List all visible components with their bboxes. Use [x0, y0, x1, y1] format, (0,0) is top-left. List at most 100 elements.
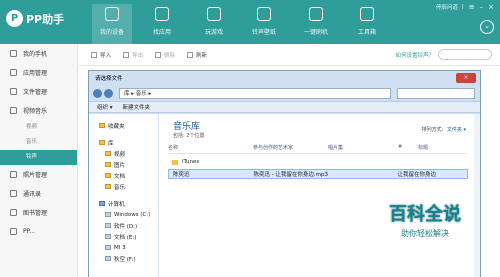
nav-tab-label: 一键刷机: [303, 29, 328, 36]
sidebar-sub-ringtones[interactable]: 铃声: [0, 150, 77, 165]
new-folder-button[interactable]: 新建文件夹: [123, 103, 151, 111]
top-bar: P PP助手 我的设备 找应用 玩游戏 铃声壁纸 一键刷机 工具箱 停辰问道 |…: [0, 0, 500, 44]
row-artist-small: 陈奕迅: [173, 172, 190, 178]
tree-item[interactable]: 文档 (E:): [89, 231, 158, 242]
tree-item[interactable]: 视频: [89, 148, 158, 159]
content-toolbar: 导入 导出 删除 刷新 如何设置铃声？: [79, 44, 500, 66]
user-name[interactable]: 停辰问道: [436, 3, 458, 11]
app-logo: P PP助手: [6, 10, 64, 27]
apps-icon: [155, 7, 169, 21]
export-label: 导出: [132, 52, 144, 59]
table-row[interactable]: iTunes: [168, 157, 468, 167]
col-number[interactable]: #: [398, 144, 418, 153]
arrange-by[interactable]: 排列方式: 文件夹 ▾: [422, 126, 466, 133]
tree-item[interactable]: 图片: [89, 159, 158, 170]
back-icon[interactable]: [93, 88, 102, 98]
tree-item[interactable]: 库: [89, 137, 158, 148]
folder-icon: [10, 88, 17, 95]
tree-item[interactable]: 文档: [89, 170, 158, 181]
library-title: 音乐库: [173, 122, 201, 132]
dialog-close-button[interactable]: ×: [456, 73, 476, 83]
nav-tab-toolbox[interactable]: 工具箱: [347, 4, 387, 44]
sidebar-sub-music[interactable]: 音乐: [0, 135, 77, 150]
import-button[interactable]: 导入: [91, 51, 111, 59]
folder-icon: [105, 162, 111, 167]
sidebar-item-label: 我的手机: [23, 51, 48, 58]
drive-icon: [105, 245, 111, 250]
ringtone-help-link[interactable]: 如何设置铃声？: [395, 51, 434, 59]
video-icon: [10, 107, 17, 114]
export-icon: [123, 51, 130, 58]
file-list: 音乐库 包括: 2个位置 排列方式: 文件夹 ▾ 名称 参与创作的艺术家 唱片集…: [160, 114, 480, 277]
nav-tab-label: 铃声壁纸: [251, 29, 276, 36]
delete-label: 删除: [164, 52, 176, 59]
more-icon: [10, 228, 17, 235]
col-name[interactable]: 名称: [168, 144, 253, 153]
nav-tab-label: 工具箱: [357, 29, 376, 36]
sidebar-item-file-management[interactable]: 文件管理: [0, 82, 77, 101]
tree-item[interactable]: 计算机: [89, 198, 158, 209]
tree-item[interactable]: 音乐: [89, 181, 158, 192]
import-label: 导入: [100, 52, 112, 59]
col-album[interactable]: 唱片集: [328, 144, 398, 153]
tree-item[interactable]: 收藏夹: [89, 120, 158, 131]
nav-tab-apps[interactable]: 找应用: [142, 4, 182, 44]
drive-icon: [105, 212, 111, 217]
refresh-button[interactable]: 刷新: [187, 51, 207, 59]
sidebar-item-books[interactable]: 图书管理: [0, 203, 77, 222]
sidebar-item-app-management[interactable]: 应用管理: [0, 63, 77, 82]
table-row[interactable]: 陈奕迅 陈奕迅 - 让我留在你身边.mp3 让我留在你身边: [168, 169, 468, 179]
nav-tab-my-device[interactable]: 我的设备: [92, 4, 132, 44]
menu-icon[interactable]: ≡: [469, 3, 475, 11]
tree-item[interactable]: 软件 (D:): [89, 220, 158, 231]
forward-icon[interactable]: [104, 88, 113, 98]
library-subtitle: 包括: 2个位置: [173, 133, 205, 139]
refresh-label: 刷新: [196, 52, 208, 59]
dialog-search-input[interactable]: [397, 87, 475, 99]
apps-icon: [10, 69, 17, 76]
col-title[interactable]: 标题: [418, 144, 468, 153]
drive-icon: [105, 256, 111, 261]
download-icon[interactable]: ⌄: [480, 20, 494, 34]
sidebar-item-label: 图书管理: [23, 210, 48, 217]
sidebar-item-label: 应用管理: [23, 70, 48, 77]
tree-item[interactable]: 秋空 (F:): [89, 253, 158, 264]
tree-item[interactable]: MI 3: [89, 242, 158, 253]
delete-button[interactable]: 删除: [155, 51, 175, 59]
tree-item-label: MI 3: [114, 244, 126, 251]
import-icon: [91, 51, 97, 58]
contacts-icon: [10, 190, 17, 197]
nav-tab-ringtones-wallpapers[interactable]: 铃声壁纸: [244, 4, 284, 44]
computer-icon: [99, 201, 105, 206]
dialog-scrollbar[interactable]: [474, 114, 480, 277]
nav-tab-flash[interactable]: 一键刷机: [296, 4, 336, 44]
sidebar-item-more[interactable]: PP...: [0, 222, 77, 241]
arrange-label: 排列方式:: [421, 127, 444, 133]
nav-tab-games[interactable]: 玩游戏: [194, 4, 234, 44]
window-controls: 停辰问道 | ≡ – ×: [432, 3, 494, 11]
tree-item[interactable]: Windows (C:): [89, 209, 158, 220]
arrange-value[interactable]: 文件夹 ▾: [447, 127, 466, 133]
sidebar-item-label: 通讯录: [23, 191, 42, 198]
music-icon: [257, 7, 271, 21]
tree-item-label: 视频: [114, 151, 126, 158]
drive-icon: [105, 223, 111, 228]
gamepad-icon: [207, 7, 221, 21]
photo-icon: [10, 171, 17, 178]
app-name: PP助手: [26, 12, 65, 26]
close-icon[interactable]: ×: [488, 3, 494, 11]
sidebar-item-photos[interactable]: 照片管理: [0, 165, 77, 184]
minimize-icon[interactable]: –: [480, 3, 484, 11]
sidebar-item-contacts[interactable]: 通讯录: [0, 184, 77, 203]
sidebar-item-my-phone[interactable]: 我的手机: [0, 44, 77, 63]
nav-tab-label: 玩游戏: [204, 29, 223, 36]
organize-button[interactable]: 组织 ▾: [97, 103, 113, 111]
tree-item-label: 收藏夹: [108, 123, 125, 130]
sidebar-item-video-music[interactable]: 视频音乐: [0, 101, 77, 120]
sidebar-item-label: PP...: [23, 228, 36, 235]
address-input[interactable]: 库 ▸ 音乐 ▸: [119, 87, 391, 99]
col-artist[interactable]: 参与创作的艺术家: [253, 144, 328, 153]
sidebar-sub-video[interactable]: 视频: [0, 120, 77, 135]
search-input[interactable]: [438, 49, 492, 60]
export-button[interactable]: 导出: [123, 51, 143, 59]
